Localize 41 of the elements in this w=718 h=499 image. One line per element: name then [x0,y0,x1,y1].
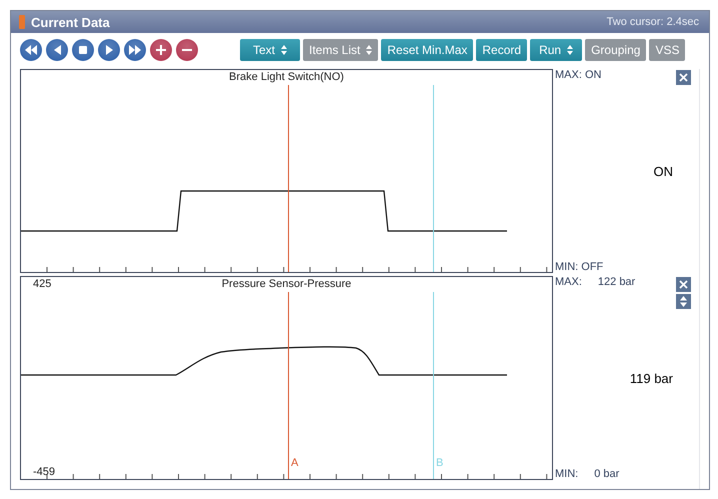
move-button[interactable] [676,294,691,309]
fast-forward-icon [129,45,141,55]
dropdown-button[interactable]: Run [530,39,582,61]
dropdown-button[interactable]: Text [240,39,300,61]
stop-icon [79,46,87,54]
close-icon [679,280,688,289]
current-value: 119 bar [630,370,674,386]
max-label: MAX: [555,276,582,288]
close-button[interactable] [676,277,691,292]
up-down-icon [680,296,687,307]
play-icon [106,45,112,55]
graph-title: Pressure Sensor-Pressure [222,278,352,290]
minus-icon [182,49,192,51]
rewind-button[interactable] [20,39,42,61]
cursor-status: Two cursor: 2.4sec [606,16,699,28]
max-label: MAX: ON [555,69,602,81]
rewind-icon [25,45,37,55]
current-value: ON [654,164,674,178]
back-button[interactable] [46,39,68,61]
y-axis-max: 425 [33,278,52,290]
max-value: 122 bar [598,276,636,288]
plus-icon [156,45,166,55]
window-title: Current Data [31,14,110,30]
forward-button[interactable] [124,39,146,61]
play-back-icon [54,45,60,55]
cursor-label: B [436,457,444,469]
stop-button[interactable] [72,39,94,61]
toolbar-button[interactable]: Reset Min.Max [381,39,474,61]
min-label: MIN: [555,468,578,480]
graph-title: Brake Light Switch(NO) [229,71,344,83]
y-axis-min: -459 [33,466,56,478]
play-button[interactable] [98,39,120,61]
min-value: 0 bar [594,468,620,480]
cursor-label: A [291,457,298,469]
close-button[interactable] [676,70,691,85]
min-label: MIN: OFF [555,261,604,273]
remove-button[interactable] [176,39,198,61]
toolbar-button[interactable]: Record [476,39,528,61]
close-icon [679,73,688,82]
app-icon [19,15,25,29]
add-button[interactable] [150,39,172,61]
